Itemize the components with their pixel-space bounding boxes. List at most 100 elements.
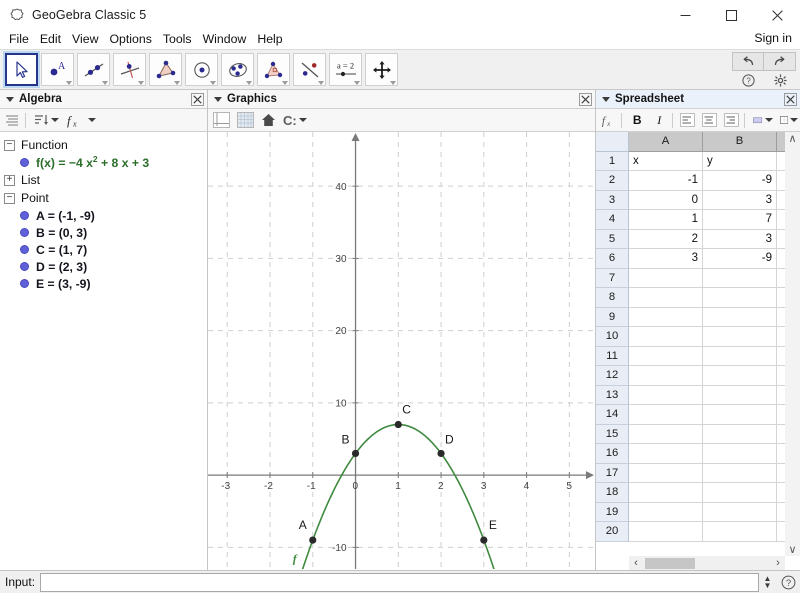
standard-view-home-icon[interactable]: [259, 111, 278, 130]
row-header-3[interactable]: 3: [596, 190, 629, 210]
graphics-view[interactable]: -3 -2 -1 0 1 2 3 4 5 -10 10 20 30 40 f ABCDE: [208, 132, 595, 570]
algebra-close-icon[interactable]: [189, 91, 205, 107]
align-left-icon[interactable]: [678, 111, 697, 130]
chevron-down-icon[interactable]: [88, 118, 96, 122]
row-header-2[interactable]: 2: [596, 171, 629, 191]
spreadsheet-horizontal-scrollbar[interactable]: ‹ ›: [629, 556, 785, 570]
cell-A6[interactable]: 3: [629, 249, 703, 269]
scroll-right-arrow[interactable]: ›: [771, 557, 785, 569]
spreadsheet-panel-header[interactable]: Spreadsheet: [596, 90, 800, 109]
cell-A3[interactable]: 0: [629, 190, 703, 210]
slider-tool[interactable]: a = 2: [329, 53, 362, 86]
maximize-button[interactable]: [708, 0, 754, 30]
cell-B17[interactable]: [703, 463, 777, 483]
group-toggle-icon[interactable]: +: [4, 174, 15, 186]
spreadsheet-vertical-scrollbar[interactable]: ∧ ∨: [785, 132, 800, 556]
visibility-dot-icon[interactable]: [20, 279, 29, 288]
algebra-item-point-d[interactable]: D = (2, 3): [0, 258, 207, 275]
row-header-15[interactable]: 15: [596, 424, 629, 444]
row-header-16[interactable]: 16: [596, 444, 629, 464]
row-header-4[interactable]: 4: [596, 210, 629, 230]
graph-point-b[interactable]: B: [342, 432, 360, 458]
close-button[interactable]: [754, 0, 800, 30]
row-header-18[interactable]: 18: [596, 483, 629, 503]
cell-B15[interactable]: [703, 424, 777, 444]
chevron-down-icon[interactable]: [51, 118, 59, 122]
graph-point-e[interactable]: E: [480, 518, 497, 544]
row-header-12[interactable]: 12: [596, 366, 629, 386]
visibility-dot-icon[interactable]: [20, 262, 29, 271]
bold-button[interactable]: B: [628, 111, 647, 130]
algebra-description-button[interactable]: f x: [64, 111, 98, 130]
cell-A10[interactable]: [629, 327, 703, 347]
cell-A4[interactable]: 1: [629, 210, 703, 230]
graph-point-a[interactable]: A: [299, 518, 317, 544]
help-icon[interactable]: ?: [732, 72, 764, 88]
row-header-19[interactable]: 19: [596, 502, 629, 522]
graph-point-d[interactable]: D: [437, 432, 454, 458]
algebra-item-point-a[interactable]: A = (-1, -9): [0, 207, 207, 224]
cell-B4[interactable]: 7: [703, 210, 777, 230]
row-header-6[interactable]: 6: [596, 249, 629, 269]
cell-A5[interactable]: 2: [629, 229, 703, 249]
polygon-tool[interactable]: [149, 53, 182, 86]
algebra-item-point-c[interactable]: C = (1, 7): [0, 241, 207, 258]
cell-A9[interactable]: [629, 307, 703, 327]
menu-view[interactable]: View: [67, 30, 103, 49]
visibility-dot-icon[interactable]: [20, 211, 29, 220]
align-right-icon[interactable]: [722, 111, 741, 130]
cell-A19[interactable]: [629, 502, 703, 522]
scroll-up-arrow[interactable]: ∧: [788, 132, 796, 145]
chevron-down-icon[interactable]: [764, 118, 773, 122]
cell-B16[interactable]: [703, 444, 777, 464]
cell-A20[interactable]: [629, 522, 703, 542]
input-field[interactable]: [40, 572, 759, 592]
cell-A8[interactable]: [629, 288, 703, 308]
align-center-icon[interactable]: [700, 111, 719, 130]
input-history-stepper[interactable]: ▲ ▼: [759, 572, 776, 592]
minimize-button[interactable]: [662, 0, 708, 30]
cell-B7[interactable]: [703, 268, 777, 288]
italic-button[interactable]: I: [650, 111, 669, 130]
group-toggle-icon[interactable]: −: [4, 192, 15, 204]
visibility-dot-icon[interactable]: [20, 245, 29, 254]
algebra-item-point-b[interactable]: B = (0, 3): [0, 224, 207, 241]
settings-gear-icon[interactable]: [764, 72, 796, 88]
sort-by-button[interactable]: [32, 111, 61, 130]
row-header-13[interactable]: 13: [596, 385, 629, 405]
row-header-7[interactable]: 7: [596, 268, 629, 288]
cell-A13[interactable]: [629, 385, 703, 405]
algebra-group-function[interactable]: − Function: [0, 136, 207, 154]
chevron-down-icon[interactable]: [790, 118, 799, 122]
spreadsheet-corner-cell[interactable]: [596, 132, 629, 152]
algebra-item-point-e[interactable]: E = (3, -9): [0, 275, 207, 292]
menu-help[interactable]: Help: [252, 30, 287, 49]
border-style-icon[interactable]: [778, 111, 800, 130]
group-toggle-icon[interactable]: −: [4, 139, 15, 151]
row-header-14[interactable]: 14: [596, 405, 629, 425]
spreadsheet-formula-button[interactable]: f x: [599, 111, 618, 130]
cell-B6[interactable]: -9: [703, 249, 777, 269]
cell-A14[interactable]: [629, 405, 703, 425]
cell-A17[interactable]: [629, 463, 703, 483]
cell-B10[interactable]: [703, 327, 777, 347]
row-header-20[interactable]: 20: [596, 522, 629, 542]
cell-A16[interactable]: [629, 444, 703, 464]
ellipse-tool[interactable]: [221, 53, 254, 86]
graphics-close-icon[interactable]: [577, 91, 593, 107]
cell-A12[interactable]: [629, 366, 703, 386]
column-header-b[interactable]: B: [703, 132, 777, 152]
input-help-icon[interactable]: ?: [776, 573, 800, 592]
row-header-5[interactable]: 5: [596, 229, 629, 249]
cell-A7[interactable]: [629, 268, 703, 288]
menu-tools[interactable]: Tools: [158, 30, 197, 49]
scroll-left-arrow[interactable]: ‹: [629, 557, 643, 569]
graph-canvas[interactable]: -3 -2 -1 0 1 2 3 4 5-1010203040 f ABCDE: [208, 132, 595, 569]
point-tool[interactable]: A: [41, 53, 74, 86]
algebra-item-function-f[interactable]: f(x) = −4 x2 + 8 x + 3: [0, 154, 207, 171]
algebra-group-point[interactable]: − Point: [0, 189, 207, 207]
perpendicular-line-tool[interactable]: [113, 53, 146, 86]
cell-B2[interactable]: -9: [703, 171, 777, 191]
cell-B3[interactable]: 3: [703, 190, 777, 210]
cell-B8[interactable]: [703, 288, 777, 308]
